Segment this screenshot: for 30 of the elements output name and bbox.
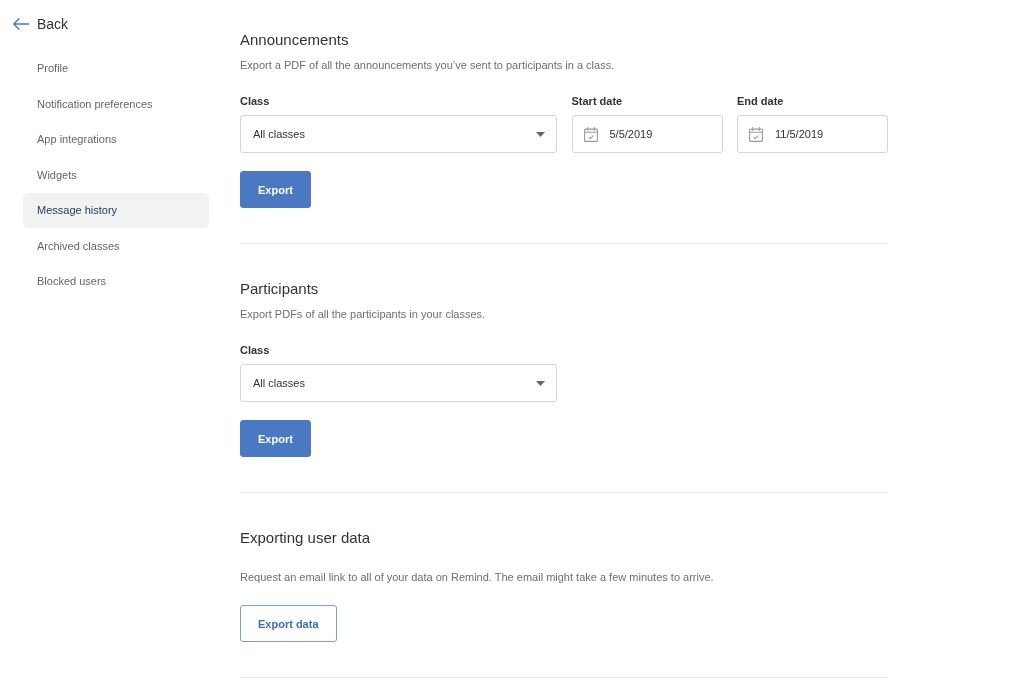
field-label: Start date bbox=[571, 94, 623, 109]
back-link[interactable]: Back bbox=[13, 14, 69, 34]
sidebar-item[interactable]: Blocked users bbox=[23, 263, 209, 299]
sidebar-item[interactable]: Profile bbox=[23, 50, 209, 86]
section-title: Participants bbox=[240, 279, 320, 299]
sidebar-item[interactable]: Archived classes bbox=[23, 228, 209, 264]
date-field[interactable]: 5/5/2019 bbox=[571, 115, 723, 153]
sidebar-item[interactable]: Message history bbox=[23, 192, 209, 228]
calendar-icon bbox=[749, 126, 763, 142]
section-title: Exporting user data bbox=[240, 528, 372, 548]
section-description: Export a PDF of all the announcements you’ve sent to participants in a class. bbox=[240, 58, 616, 73]
class-select[interactable]: All classes bbox=[240, 115, 557, 153]
section-description: Export PDFs of all the participants in your classes. bbox=[240, 307, 487, 322]
section-title: Announcements bbox=[240, 30, 350, 50]
caret-icon bbox=[536, 380, 545, 386]
date-field[interactable]: 11/5/2019 bbox=[737, 115, 888, 153]
class-select[interactable]: All classes bbox=[240, 364, 557, 402]
caret-icon bbox=[536, 131, 545, 137]
field-label: End date bbox=[737, 94, 784, 109]
sidebar-item[interactable]: App integrations bbox=[23, 121, 209, 157]
sidebar-item[interactable]: Notification preferences bbox=[23, 86, 209, 122]
field-label: Class bbox=[240, 94, 270, 109]
back-arrow-icon bbox=[13, 18, 29, 30]
export-button[interactable]: Export bbox=[240, 171, 311, 208]
export-data-button[interactable]: Export data bbox=[240, 605, 337, 642]
sidebar-item[interactable]: Widgets bbox=[23, 157, 209, 193]
section-description: Request an email link to all of your data on Remind. The email might take a few minutes to arrive. bbox=[240, 570, 715, 585]
calendar-icon bbox=[583, 126, 598, 142]
export-button[interactable]: Export bbox=[240, 420, 311, 457]
field-label: Class bbox=[240, 343, 270, 358]
